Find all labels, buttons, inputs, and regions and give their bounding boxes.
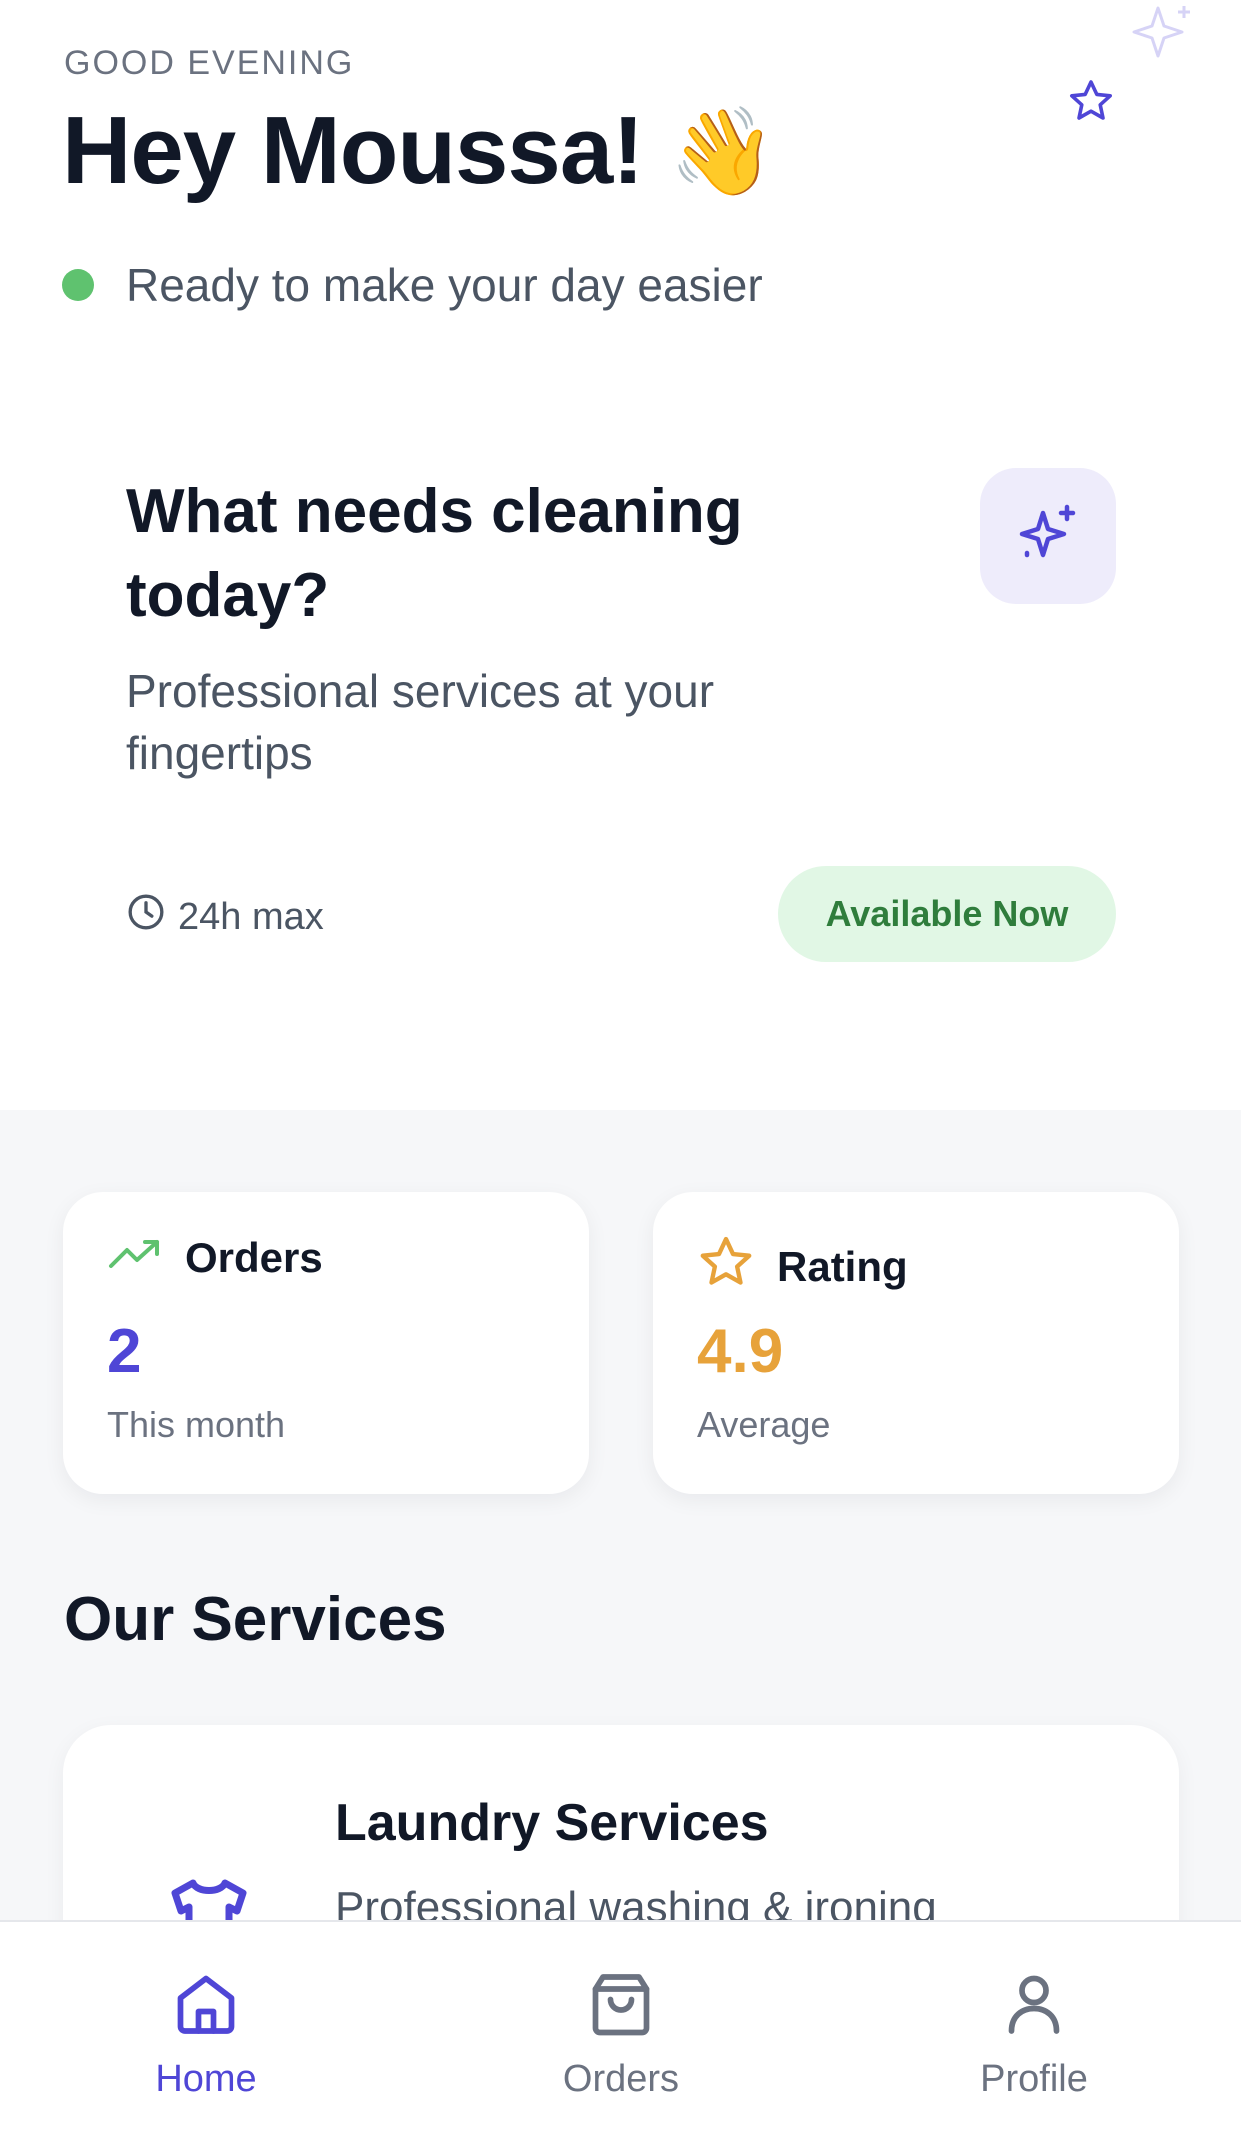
greeting-title: Hey Moussa! 👋	[62, 96, 776, 206]
greeting-time: GOOD EVENING	[64, 44, 355, 82]
rating-stat-caption: Average	[697, 1404, 831, 1445]
availability-badge: Available Now	[778, 866, 1116, 962]
star-icon	[697, 1234, 755, 1300]
delivery-time: 24h max	[126, 892, 324, 942]
clock-icon	[126, 892, 166, 942]
sparkle-button[interactable]	[980, 468, 1116, 604]
bottom-navigation: Home Orders Profile	[0, 1920, 1241, 2130]
rating-stat-value: 4.9	[697, 1317, 784, 1386]
hero-card-title: What needs cleaning today?	[126, 477, 743, 630]
service-title: Laundry Services	[335, 1794, 769, 1852]
nav-home-label: Home	[155, 2058, 257, 2100]
orders-stat-caption: This month	[107, 1404, 286, 1445]
hero-section: GOOD EVENING Hey Moussa! 👋 Ready to make…	[0, 0, 1241, 1110]
wave-emoji: 👋	[669, 103, 776, 200]
services-section-title: Our Services	[64, 1585, 447, 1654]
status-dot	[62, 269, 94, 301]
status-row: Ready to make your day easier	[62, 258, 763, 312]
rating-stat-header: Rating	[697, 1234, 908, 1300]
orders-stat-card[interactable]: Orders 2 This month	[63, 1192, 589, 1494]
trending-up-icon	[107, 1234, 163, 1282]
bag-icon	[583, 1968, 659, 2050]
greeting-name: Hey Moussa!	[62, 97, 644, 204]
hero-card-subtitle: Professional services at your fingertips	[126, 665, 715, 779]
orders-stat-label: Orders	[185, 1234, 323, 1281]
orders-stat-header: Orders	[107, 1234, 323, 1282]
nav-orders-label: Orders	[562, 2058, 680, 2100]
sparkle-icon	[1013, 499, 1083, 574]
nav-profile[interactable]: Profile	[914, 1968, 1154, 2101]
rating-stat-card[interactable]: Rating 4.9 Average	[653, 1192, 1179, 1494]
delivery-time-label: 24h max	[178, 895, 324, 938]
rating-stat-label: Rating	[777, 1243, 908, 1290]
nav-home[interactable]: Home	[86, 1968, 326, 2101]
home-icon	[168, 1968, 244, 2050]
nav-orders[interactable]: Orders	[501, 1968, 741, 2101]
user-icon	[996, 1968, 1072, 2050]
nav-profile-label: Profile	[980, 2058, 1088, 2100]
status-text: Ready to make your day easier	[126, 259, 763, 311]
star-outline-icon	[1067, 78, 1115, 129]
sparkle-decoration-icon	[1128, 0, 1198, 71]
orders-stat-value: 2	[107, 1317, 142, 1386]
